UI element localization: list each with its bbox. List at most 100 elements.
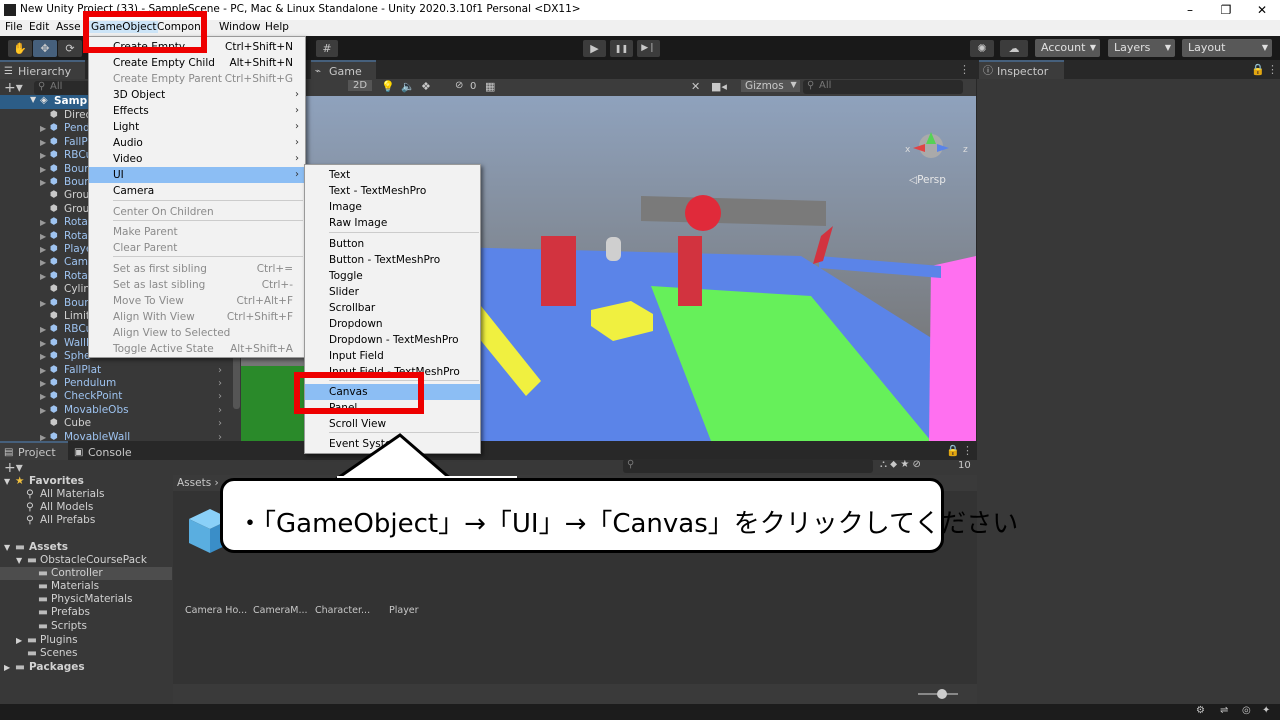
folder-row[interactable]: ▬ PhysicMaterials [0,593,172,606]
expand-arrow-icon[interactable]: ▶ [40,350,46,363]
lighting-status-icon[interactable]: ✦ [1262,705,1270,716]
menu-item-clear-parent[interactable]: Clear Parent [89,240,305,256]
tab-console[interactable]: ▣ Console [70,441,140,460]
menu-item-align-with-view[interactable]: Align With View Ctrl+Shift+F [89,309,305,325]
ui-menu-item-raw-image[interactable]: Raw Image [305,215,480,231]
project-search-input[interactable]: ⚲ [623,459,873,473]
ui-menu-item-dropdown[interactable]: Dropdown [305,316,480,332]
more-options-icon[interactable]: ⋮ [959,63,970,76]
ui-menu-item-button-textmeshpro[interactable]: Button - TextMeshPro [305,252,480,268]
pause-button[interactable]: ❚❚ [610,40,633,57]
persp-label[interactable]: ◁Persp [908,174,946,186]
menu-item-3d-object[interactable]: 3D Object › [89,87,305,103]
menu-assets[interactable]: Asse [56,21,81,33]
bug-icon[interactable]: ⚙ [1196,705,1205,716]
menu-item-effects[interactable]: Effects › [89,103,305,119]
breadcrumb-assets[interactable]: Assets [177,477,211,489]
folder-row[interactable]: ▬ Materials [0,580,172,593]
expand-arrow-icon[interactable]: ▶ [40,230,46,243]
folder-row[interactable]: ▬ Controller [0,567,172,581]
menu-item-create-empty-child[interactable]: Create Empty Child Alt+Shift+N [89,55,305,71]
hierarchy-item[interactable]: ⬢ Cube › [0,417,230,430]
menu-edit[interactable]: Edit [29,21,49,33]
ui-menu-item-button[interactable]: Button [305,236,480,252]
layout-dropdown[interactable]: Layout ▼ [1182,39,1272,57]
play-button[interactable]: ▶ [583,40,606,57]
chevron-right-icon[interactable]: › [218,404,222,417]
chevron-right-icon[interactable]: › [218,364,222,377]
expand-arrow-icon[interactable]: ▶ [40,323,46,336]
rotate-tool-icon[interactable]: ⟳ [58,40,82,57]
tab-hierarchy[interactable]: ☰ Hierarchy [0,60,85,79]
account-dropdown[interactable]: Account ▼ [1035,39,1100,57]
chevron-right-icon[interactable]: › [218,390,222,403]
effects-icon[interactable]: ❖ [421,80,431,93]
scenes-row[interactable]: ▬ Scenes [0,647,172,660]
menu-window[interactable]: Window [219,21,260,33]
menu-item-camera[interactable]: Camera [89,183,305,199]
ui-menu-item-dropdown-textmeshpro[interactable]: Dropdown - TextMeshPro [305,332,480,348]
folder-row[interactable]: ▬ Scripts [0,620,172,633]
ui-menu-item-image[interactable]: Image [305,199,480,215]
hierarchy-item[interactable]: ▶ ⬢ FallPlat › [0,364,230,377]
favorites-item[interactable]: ⚲ All Models [0,501,172,514]
expand-arrow-icon[interactable]: ▶ [40,297,46,310]
expand-arrow-icon[interactable]: ▶ [40,149,46,162]
folder-row[interactable]: ▬ Prefabs [0,606,172,619]
menu-item-audio[interactable]: Audio › [89,135,305,151]
menu-item-set-as-first-sibling[interactable]: Set as first sibling Ctrl+= [89,261,305,277]
asset-label[interactable]: CameraM... [253,605,308,616]
menu-item-move-to-view[interactable]: Move To View Ctrl+Alt+F [89,293,305,309]
expand-arrow-icon[interactable]: ▶ [40,176,46,189]
hand-tool-icon[interactable]: ✋ [8,40,32,57]
menu-item-toggle-active-state[interactable]: Toggle Active State Alt+Shift+A [89,341,305,357]
favorites-item[interactable]: ⚲ All Materials [0,488,172,501]
more-options-icon[interactable]: ⋮ [962,444,973,457]
asset-label[interactable]: Camera Ho... [185,605,247,616]
hierarchy-item[interactable]: ▶ ⬢ CheckPoint › [0,390,230,403]
lighting-icon[interactable]: 💡 [381,80,395,93]
tools-icon[interactable]: ✕ [691,80,700,93]
camera-icon[interactable]: ■◂ [711,80,727,93]
layers-dropdown[interactable]: Layers ▼ [1108,39,1175,57]
close-button[interactable]: ✕ [1244,0,1280,20]
expand-arrow-icon[interactable]: ▶ [40,404,46,417]
expand-arrow-icon[interactable]: ▶ [40,122,46,135]
ui-menu-item-text[interactable]: Text [305,167,480,183]
hidden-objects-icon[interactable]: ⊘ [455,80,463,91]
step-button[interactable]: ▶❘ [637,40,660,57]
ui-menu-item-toggle[interactable]: Toggle [305,268,480,284]
menu-item-video[interactable]: Video › [89,151,305,167]
move-tool-icon[interactable]: ✥ [33,40,57,57]
lock-icon[interactable]: 🔒 [1251,63,1265,76]
grid-icon[interactable]: ▦ [485,80,495,93]
menu-file[interactable]: File [5,21,23,33]
ui-menu-item-scrollbar[interactable]: Scrollbar [305,300,480,316]
2d-toggle[interactable]: 2D [348,80,373,91]
auto-refresh-icon[interactable]: ◎ [1242,705,1251,716]
tab-inspector[interactable]: ⓘ Inspector [979,60,1064,79]
menu-help[interactable]: Help [265,21,289,33]
expand-arrow-icon[interactable]: ▶ [40,216,46,229]
menu-item-ui[interactable]: UI › [89,167,305,183]
tab-game[interactable]: ⌁ Game [311,60,376,79]
ui-menu-item-slider[interactable]: Slider [305,284,480,300]
scene-search-input[interactable]: ⚲ All [803,80,963,94]
hierarchy-item[interactable]: ▶ ⬢ Pendulum › [0,377,230,390]
expand-arrow-icon[interactable]: ▶ [40,243,46,256]
expand-arrow-icon[interactable]: ▶ [40,270,46,283]
maximize-button[interactable]: ❐ [1208,0,1244,20]
network-icon[interactable]: ⇌ [1220,705,1228,716]
asset-label[interactable]: Character... [315,605,370,616]
chevron-right-icon[interactable]: › [218,417,222,430]
menu-item-create-empty-parent[interactable]: Create Empty Parent Ctrl+Shift+G [89,71,305,87]
expand-arrow-icon[interactable]: ▶ [40,390,46,403]
add-icon[interactable]: +▾ [4,80,23,96]
expand-arrow-icon[interactable]: ▶ [40,136,46,149]
expand-arrow-icon[interactable]: ▶ [40,377,46,390]
lock-icon[interactable]: 🔒 [946,444,960,457]
ui-menu-item-input-field[interactable]: Input Field [305,348,480,364]
cloud-icon[interactable]: ☁ [1000,40,1028,57]
ui-menu-item-text-textmeshpro[interactable]: Text - TextMeshPro [305,183,480,199]
add-asset-icon[interactable]: +▾ [4,460,23,476]
